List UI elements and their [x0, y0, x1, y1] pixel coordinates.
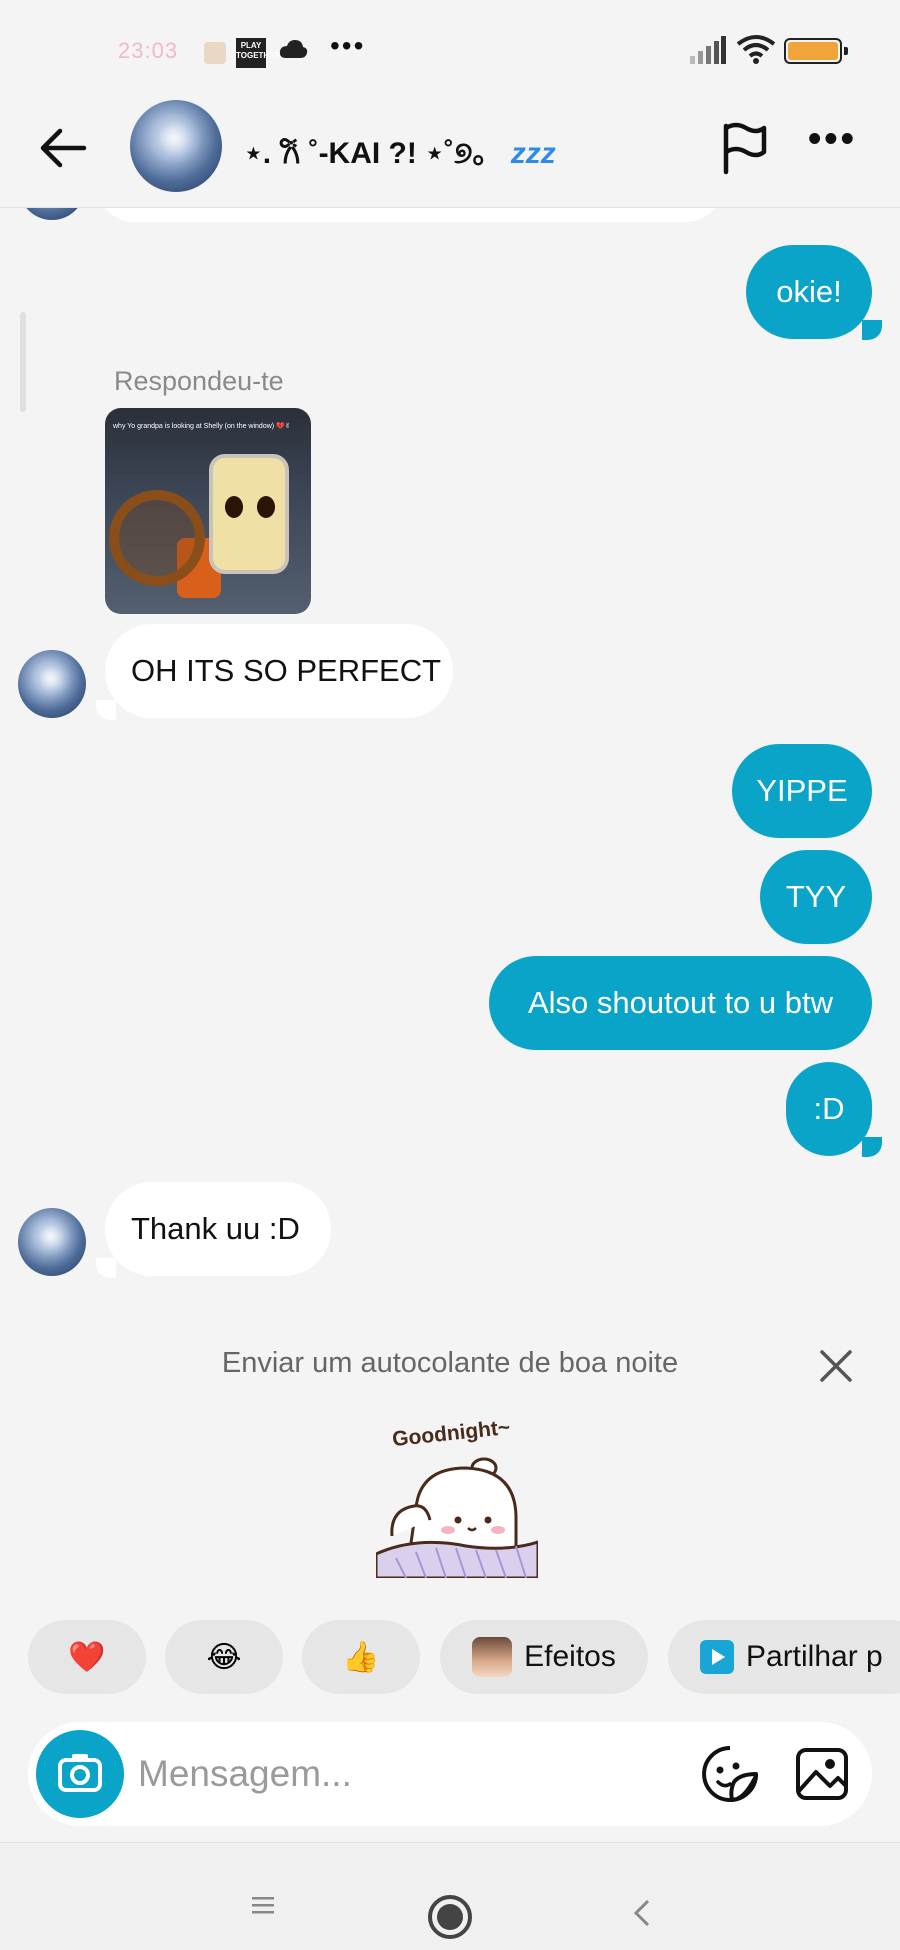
status-bar: 23:03 PLAY TOGETHER •••	[0, 0, 900, 100]
reply-indicator-bar	[20, 312, 26, 412]
sleep-zz-icon: zzz	[510, 137, 556, 170]
system-nav-bar	[0, 1842, 900, 1950]
camera-icon	[58, 1754, 102, 1792]
close-icon[interactable]	[818, 1348, 854, 1384]
share-label: Partilhar p	[746, 1640, 883, 1673]
recent-apps-icon[interactable]	[250, 1893, 276, 1917]
gallery-icon[interactable]	[794, 1746, 850, 1802]
status-time: 23:03	[118, 38, 179, 63]
heart-reaction-chip[interactable]: ❤️	[28, 1620, 146, 1694]
bubble-tail	[862, 1137, 882, 1157]
message-text: OH ITS SO PERFECT	[131, 653, 442, 688]
play-together-icon: PLAY TOGETHER	[236, 38, 280, 68]
more-options-button[interactable]: •••	[808, 118, 857, 161]
laughing-emoji-icon: 😂	[206, 1640, 242, 1674]
contact-name-text: ⋆. 𐙚 ˚-KAI ?! ⋆˚୭。	[244, 137, 503, 170]
bubble-tail	[862, 320, 882, 340]
back-button[interactable]	[34, 118, 94, 178]
reply-label: Respondeu-te	[114, 366, 284, 396]
effects-label: Efeitos	[524, 1640, 616, 1673]
cloud-icon	[279, 40, 308, 58]
sent-message-bubble[interactable]: TYY	[760, 850, 872, 944]
contact-avatar-small[interactable]	[18, 1208, 86, 1276]
message-composer	[28, 1722, 872, 1826]
contact-name[interactable]: ⋆. 𐙚 ˚-KAI ?! ⋆˚୭。 zzz	[244, 128, 556, 172]
message-text: Thank uu :D	[131, 1211, 300, 1246]
share-chip[interactable]: Partilhar p	[668, 1620, 900, 1694]
chat-header: ⋆. 𐙚 ˚-KAI ?! ⋆˚୭。 zzz •••	[0, 100, 900, 208]
sent-message-bubble[interactable]: okie!	[746, 245, 872, 339]
camera-button[interactable]	[36, 1730, 124, 1818]
message-text: TYY	[785, 879, 847, 914]
thumbnail-shape	[209, 454, 289, 574]
bubble-tail	[96, 1258, 116, 1278]
quick-reactions-row: ❤️ 😂 👍 Efeitos Partilhar p	[0, 1620, 900, 1694]
thumbnail-shape	[109, 490, 205, 586]
sent-message-bubble[interactable]: YIPPE	[732, 744, 872, 838]
message-text: Also shoutout to u btw	[527, 985, 834, 1020]
laugh-reaction-chip[interactable]: 😂	[165, 1620, 283, 1694]
status-more-icon: •••	[330, 30, 366, 61]
play-icon	[700, 1640, 734, 1674]
heart-icon: ❤️	[68, 1640, 106, 1674]
replied-image-thumbnail[interactable]: why Yo grandpa is looking at Shelly (on …	[105, 408, 311, 614]
notification-app-icon	[204, 42, 226, 64]
thumbs-up-icon: 👍	[342, 1640, 380, 1674]
effects-thumbnail-icon	[472, 1637, 513, 1677]
wifi-icon	[736, 35, 776, 64]
received-message-bubble[interactable]: Thank uu :D	[105, 1182, 331, 1276]
received-message-bubble[interactable]: OH ITS SO PERFECT	[105, 624, 453, 718]
sticker-suggestion-title: Enviar um autocolante de boa noite	[221, 1347, 679, 1379]
sent-message-bubble[interactable]: :D	[786, 1062, 872, 1156]
message-text: YIPPE	[756, 773, 848, 808]
sticker-icon[interactable]	[700, 1744, 760, 1804]
message-text: okie!	[776, 274, 842, 309]
thumbs-up-reaction-chip[interactable]: 👍	[302, 1620, 420, 1694]
message-input[interactable]	[138, 1744, 698, 1804]
flag-button[interactable]	[716, 120, 772, 176]
effects-chip[interactable]: Efeitos	[440, 1620, 648, 1694]
system-back-icon[interactable]	[630, 1895, 654, 1931]
contact-avatar[interactable]	[130, 100, 222, 192]
message-text: :D	[813, 1091, 845, 1126]
bubble-tail	[96, 700, 116, 720]
thumbnail-caption: why Yo grandpa is looking at Shelly (on …	[113, 423, 291, 430]
contact-avatar-small[interactable]	[18, 650, 86, 718]
home-button[interactable]	[428, 1895, 472, 1939]
goodnight-sticker[interactable]: Goodnight~	[376, 1418, 538, 1578]
battery-icon	[784, 38, 848, 64]
sleepy-bunny-illustration	[376, 1457, 538, 1578]
signal-icon	[690, 36, 726, 64]
sent-message-bubble[interactable]: Also shoutout to u btw	[489, 956, 872, 1050]
